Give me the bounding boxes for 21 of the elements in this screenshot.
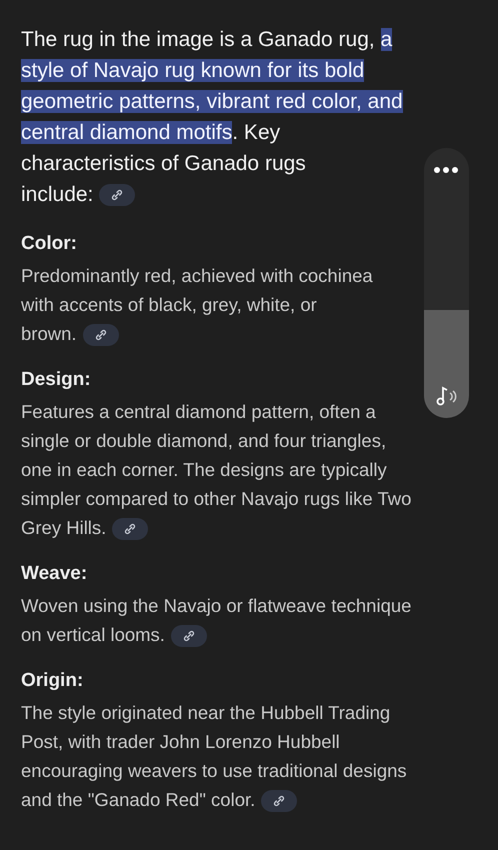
link-icon [110, 188, 124, 202]
section-text: Features a central diamond pattern, often a single or double diamond, and four triangles, one in each corner. The designs are typically simpler compared to other Navajo rugs like Two Grey Hills. [21, 397, 488, 542]
section-text: Predominantly red, achieved with cochinea with accents of black, grey, white, or brown. [21, 261, 488, 348]
link-icon [182, 629, 196, 644]
source-link-button[interactable] [99, 184, 136, 206]
section-heading: Origin: [21, 669, 84, 693]
source-link-button[interactable] [261, 790, 298, 812]
section-text: Woven using the Navajo or flatweave technique on vertical looms. [21, 591, 488, 649]
link-icon [272, 794, 286, 808]
section-heading: Color: [21, 232, 78, 256]
music-volume-icon [434, 384, 458, 408]
source-link-button[interactable] [112, 518, 148, 540]
more-icon[interactable] [433, 166, 459, 174]
source-link-button[interactable] [170, 625, 207, 648]
link-icon [94, 328, 108, 342]
section-heading: Weave: [21, 562, 88, 586]
link-icon [123, 522, 138, 536]
volume-slider[interactable] [424, 148, 469, 418]
section-heading: Design: [21, 368, 92, 392]
source-link-button[interactable] [82, 324, 119, 346]
section-text: The style originated near the Hubbell Trading Post, with trader John Lorenzo Hubbell encouraging weavers to use traditional designs and the "Ganado Red" color. [21, 698, 488, 814]
